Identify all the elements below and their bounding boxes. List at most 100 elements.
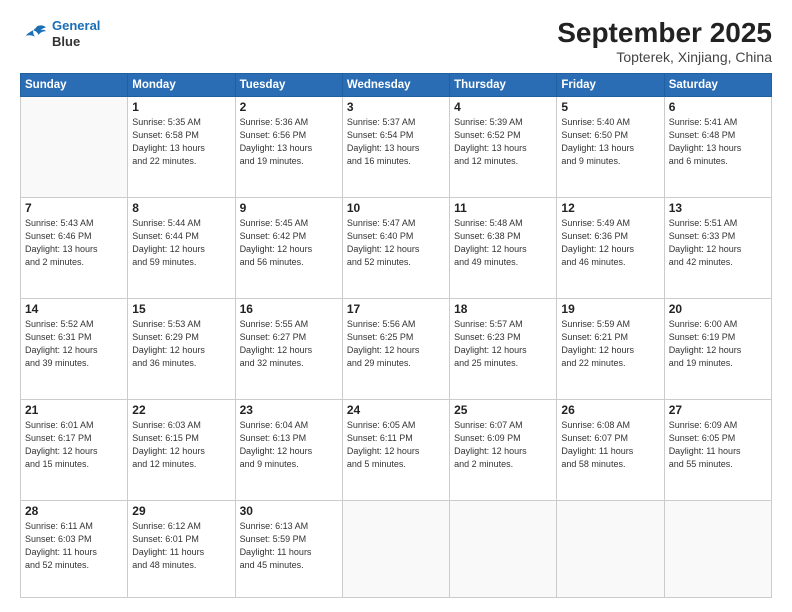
weekday-header-wednesday: Wednesday	[342, 73, 449, 96]
day-number: 21	[25, 403, 123, 417]
day-info: Sunrise: 5:52 AMSunset: 6:31 PMDaylight:…	[25, 318, 123, 370]
day-number: 14	[25, 302, 123, 316]
logo-line1: General	[52, 18, 100, 33]
calendar-cell: 19 Sunrise: 5:59 AMSunset: 6:21 PMDayligh…	[557, 298, 664, 399]
page: General Blue September 2025 Topterek, Xi…	[0, 0, 792, 612]
logo: General Blue	[20, 18, 100, 49]
calendar-cell: 1Sunrise: 5:35 AMSunset: 6:58 PMDaylight…	[128, 96, 235, 197]
calendar-cell: 25 Sunrise: 6:07 AMSunset: 6:09 PMDayligh…	[450, 399, 557, 500]
calendar-cell	[342, 500, 449, 597]
day-info: Sunrise: 5:51 AMSunset: 6:33 PMDaylight:…	[669, 217, 767, 269]
day-number: 18	[454, 302, 552, 316]
calendar-cell: 5 Sunrise: 5:40 AMSunset: 6:50 PMDaylight…	[557, 96, 664, 197]
day-number: 1	[132, 100, 230, 114]
calendar-cell: 15 Sunrise: 5:53 AMSunset: 6:29 PMDayligh…	[128, 298, 235, 399]
day-info: Sunrise: 6:12 AMSunset: 6:01 PMDaylight:…	[132, 520, 230, 572]
title-block: September 2025 Topterek, Xinjiang, China	[557, 18, 772, 65]
calendar-cell: 13 Sunrise: 5:51 AMSunset: 6:33 PMDayligh…	[664, 197, 771, 298]
calendar-table: SundayMondayTuesdayWednesdayThursdayFrid…	[20, 73, 772, 598]
header: General Blue September 2025 Topterek, Xi…	[20, 18, 772, 65]
calendar-cell: 30 Sunrise: 6:13 AMSunset: 5:59 PMDayligh…	[235, 500, 342, 597]
day-number: 9	[240, 201, 338, 215]
day-number: 24	[347, 403, 445, 417]
day-info: Sunrise: 5:56 AMSunset: 6:25 PMDaylight:…	[347, 318, 445, 370]
calendar-cell: 9 Sunrise: 5:45 AMSunset: 6:42 PMDaylight…	[235, 197, 342, 298]
week-row-3: 14 Sunrise: 5:52 AMSunset: 6:31 PMDayligh…	[21, 298, 772, 399]
day-info: Sunrise: 6:00 AMSunset: 6:19 PMDaylight:…	[669, 318, 767, 370]
week-row-5: 28 Sunrise: 6:11 AMSunset: 6:03 PMDayligh…	[21, 500, 772, 597]
day-info: Sunrise: 6:01 AMSunset: 6:17 PMDaylight:…	[25, 419, 123, 471]
day-info: Sunrise: 5:45 AMSunset: 6:42 PMDaylight:…	[240, 217, 338, 269]
calendar-cell	[21, 96, 128, 197]
day-number: 23	[240, 403, 338, 417]
day-number: 6	[669, 100, 767, 114]
day-number: 19	[561, 302, 659, 316]
day-info: Sunrise: 5:47 AMSunset: 6:40 PMDaylight:…	[347, 217, 445, 269]
day-number: 17	[347, 302, 445, 316]
day-info: Sunrise: 6:05 AMSunset: 6:11 PMDaylight:…	[347, 419, 445, 471]
day-info: Sunrise: 6:04 AMSunset: 6:13 PMDaylight:…	[240, 419, 338, 471]
calendar-subtitle: Topterek, Xinjiang, China	[557, 49, 772, 65]
day-info: Sunrise: 6:08 AMSunset: 6:07 PMDaylight:…	[561, 419, 659, 471]
calendar-title: September 2025	[557, 18, 772, 49]
day-number: 29	[132, 504, 230, 518]
day-number: 27	[669, 403, 767, 417]
day-info: Sunrise: 6:07 AMSunset: 6:09 PMDaylight:…	[454, 419, 552, 471]
logo-icon	[20, 23, 48, 45]
day-info: Sunrise: 5:53 AMSunset: 6:29 PMDaylight:…	[132, 318, 230, 370]
logo-line2: Blue	[52, 34, 100, 50]
day-info: Sunrise: 5:59 AMSunset: 6:21 PMDaylight:…	[561, 318, 659, 370]
calendar-cell: 10Sunrise: 5:47 AMSunset: 6:40 PMDayligh…	[342, 197, 449, 298]
day-info: Sunrise: 5:57 AMSunset: 6:23 PMDaylight:…	[454, 318, 552, 370]
day-info: Sunrise: 5:39 AMSunset: 6:52 PMDaylight:…	[454, 116, 552, 168]
day-number: 2	[240, 100, 338, 114]
week-row-2: 7 Sunrise: 5:43 AMSunset: 6:46 PMDaylight…	[21, 197, 772, 298]
day-info: Sunrise: 5:36 AMSunset: 6:56 PMDaylight:…	[240, 116, 338, 168]
day-number: 13	[669, 201, 767, 215]
calendar-cell: 21 Sunrise: 6:01 AMSunset: 6:17 PMDayligh…	[21, 399, 128, 500]
calendar-cell: 2 Sunrise: 5:36 AMSunset: 6:56 PMDaylight…	[235, 96, 342, 197]
day-number: 26	[561, 403, 659, 417]
logo-text: General Blue	[52, 18, 100, 49]
day-info: Sunrise: 6:09 AMSunset: 6:05 PMDaylight:…	[669, 419, 767, 471]
calendar-cell	[450, 500, 557, 597]
weekday-header-friday: Friday	[557, 73, 664, 96]
day-info: Sunrise: 5:43 AMSunset: 6:46 PMDaylight:…	[25, 217, 123, 269]
day-info: Sunrise: 5:44 AMSunset: 6:44 PMDaylight:…	[132, 217, 230, 269]
day-info: Sunrise: 5:40 AMSunset: 6:50 PMDaylight:…	[561, 116, 659, 168]
day-number: 28	[25, 504, 123, 518]
day-number: 4	[454, 100, 552, 114]
calendar-cell: 28 Sunrise: 6:11 AMSunset: 6:03 PMDayligh…	[21, 500, 128, 597]
day-number: 30	[240, 504, 338, 518]
calendar-cell: 4 Sunrise: 5:39 AMSunset: 6:52 PMDaylight…	[450, 96, 557, 197]
day-number: 22	[132, 403, 230, 417]
calendar-cell: 24 Sunrise: 6:05 AMSunset: 6:11 PMDayligh…	[342, 399, 449, 500]
calendar-cell: 8Sunrise: 5:44 AMSunset: 6:44 PMDaylight…	[128, 197, 235, 298]
day-info: Sunrise: 6:11 AMSunset: 6:03 PMDaylight:…	[25, 520, 123, 572]
day-number: 16	[240, 302, 338, 316]
weekday-header-tuesday: Tuesday	[235, 73, 342, 96]
day-number: 11	[454, 201, 552, 215]
calendar-cell: 16Sunrise: 5:55 AMSunset: 6:27 PMDayligh…	[235, 298, 342, 399]
calendar-cell: 27 Sunrise: 6:09 AMSunset: 6:05 PMDayligh…	[664, 399, 771, 500]
day-number: 7	[25, 201, 123, 215]
calendar-cell: 7 Sunrise: 5:43 AMSunset: 6:46 PMDaylight…	[21, 197, 128, 298]
day-info: Sunrise: 6:13 AMSunset: 5:59 PMDaylight:…	[240, 520, 338, 572]
day-number: 3	[347, 100, 445, 114]
weekday-header-row: SundayMondayTuesdayWednesdayThursdayFrid…	[21, 73, 772, 96]
weekday-header-saturday: Saturday	[664, 73, 771, 96]
day-number: 20	[669, 302, 767, 316]
day-number: 25	[454, 403, 552, 417]
day-number: 12	[561, 201, 659, 215]
calendar-cell: 18 Sunrise: 5:57 AMSunset: 6:23 PMDayligh…	[450, 298, 557, 399]
calendar-cell: 12Sunrise: 5:49 AMSunset: 6:36 PMDayligh…	[557, 197, 664, 298]
calendar-cell: 22Sunrise: 6:03 AMSunset: 6:15 PMDayligh…	[128, 399, 235, 500]
calendar-cell: 14 Sunrise: 5:52 AMSunset: 6:31 PMDayligh…	[21, 298, 128, 399]
weekday-header-monday: Monday	[128, 73, 235, 96]
week-row-4: 21 Sunrise: 6:01 AMSunset: 6:17 PMDayligh…	[21, 399, 772, 500]
calendar-cell: 20 Sunrise: 6:00 AMSunset: 6:19 PMDayligh…	[664, 298, 771, 399]
calendar-cell	[664, 500, 771, 597]
day-number: 15	[132, 302, 230, 316]
calendar-cell: 6Sunrise: 5:41 AMSunset: 6:48 PMDaylight…	[664, 96, 771, 197]
day-number: 5	[561, 100, 659, 114]
